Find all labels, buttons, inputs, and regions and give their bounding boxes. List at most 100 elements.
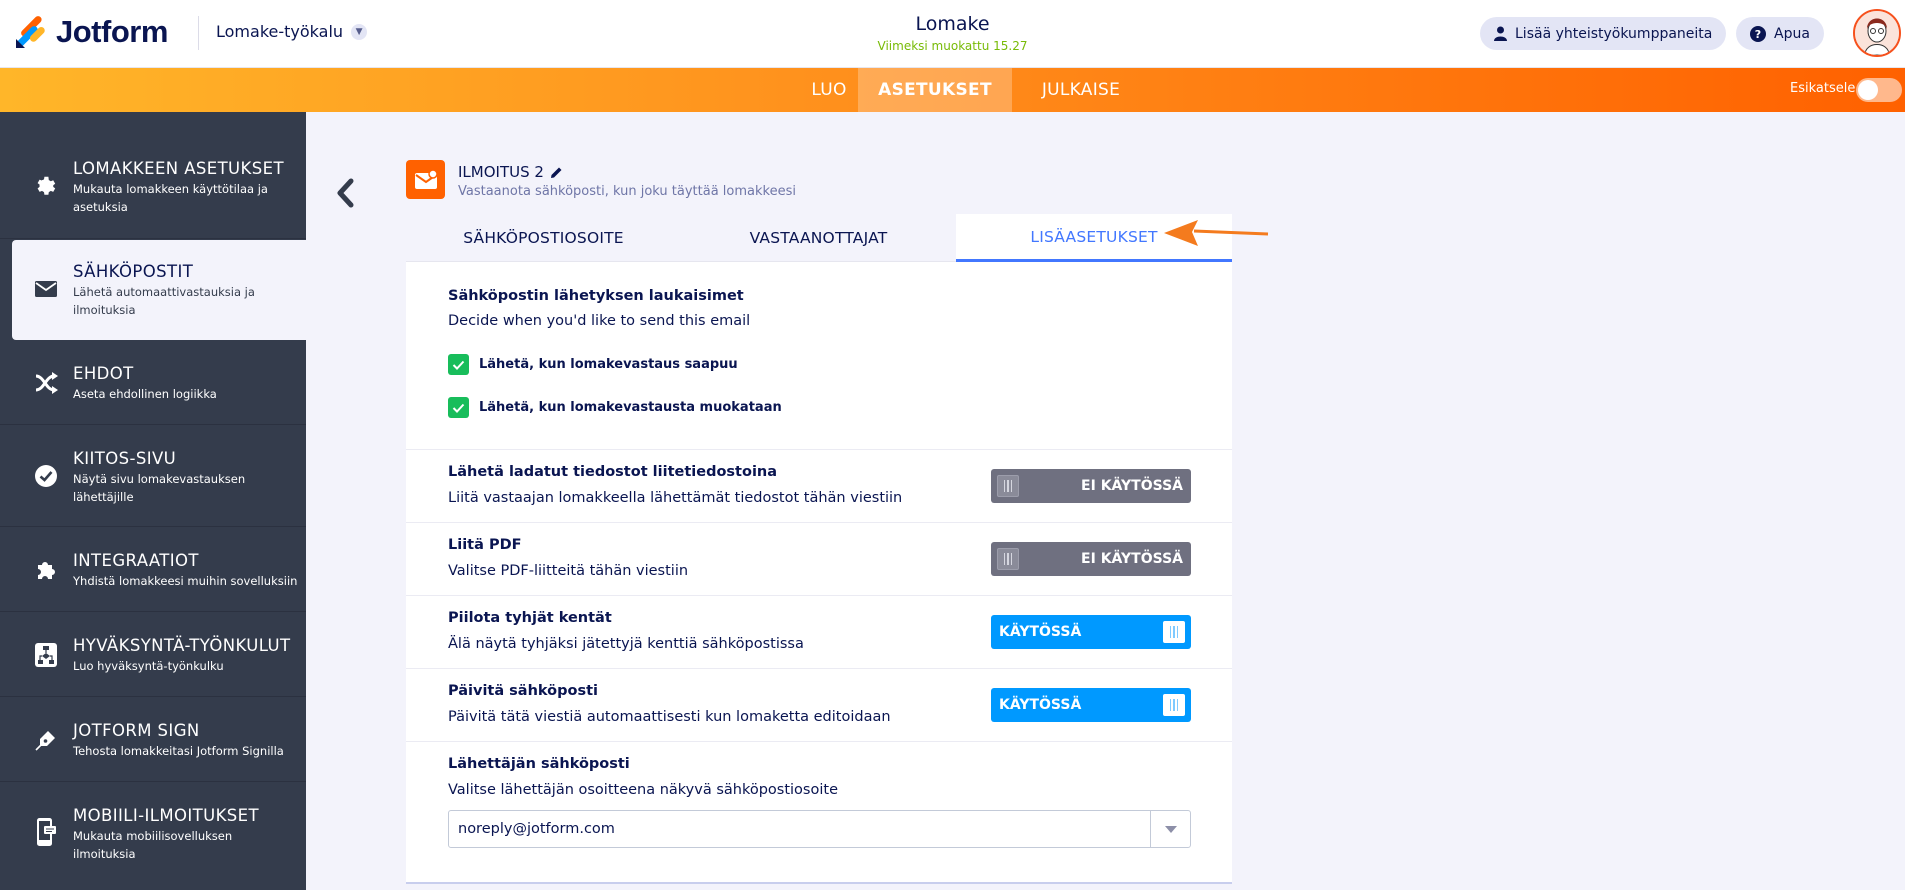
triggers-section: Sähköpostin lähetyksen laukaisimet Decid… — [406, 262, 1232, 450]
nav-tab-settings[interactable]: ASETUKSET — [858, 68, 1012, 112]
sidebar-item-desc: Mukauta mobiilisovelluksen ilmoituksia — [73, 829, 233, 861]
notification-envelope-icon — [406, 160, 445, 199]
sidebar-item-title: JOTFORM SIGN — [73, 721, 200, 740]
setting-row-attach-pdf: Liitä PDF Valitse PDF-liitteitä tähän vi… — [406, 523, 1232, 596]
sidebar-item-thank-you-page[interactable]: KIITOS-SIVU Näytä sivu lomakevastauksen … — [0, 425, 306, 527]
checkbox-checked-icon[interactable] — [448, 354, 469, 375]
attach-pdf-toggle[interactable]: EI KÄYTÖSSÄ — [991, 542, 1191, 576]
trigger-option-submit[interactable]: Lähetä, kun lomakevastaus saapuu — [448, 354, 738, 375]
notification-title: ILMOITUS 2 — [458, 163, 563, 181]
sender-email-select[interactable]: noreply@jotform.com — [448, 810, 1191, 848]
logo-text: Jotform — [56, 14, 168, 49]
sidebar-item-title: SÄHKÖPOSTIT — [73, 262, 194, 281]
notification-title-text: ILMOITUS 2 — [458, 163, 544, 181]
sidebar-item-desc: Luo hyväksyntä-työnkulku — [73, 659, 224, 673]
update-email-toggle[interactable]: KÄYTÖSSÄ — [991, 688, 1191, 722]
setting-title: Päivitä sähköposti — [448, 683, 599, 699]
trigger-option-label: Lähetä, kun lomakevastausta muokataan — [479, 400, 782, 415]
toggle-grip-icon — [997, 548, 1019, 570]
header-divider — [198, 16, 199, 50]
shuffle-icon — [33, 370, 59, 396]
help-label: Apua — [1774, 25, 1810, 42]
add-collaborators-button[interactable]: Lisää yhteistyökumppaneita — [1480, 17, 1727, 50]
toggle-grip-icon — [997, 475, 1019, 497]
sidebar-item-title: LOMAKKEEN ASETUKSET — [73, 159, 284, 178]
sidebar-item-title: INTEGRAATIOT — [73, 551, 199, 570]
toggle-state-label: KÄYTÖSSÄ — [999, 624, 1082, 640]
chevron-left-icon — [337, 178, 354, 208]
gear-icon — [33, 172, 59, 198]
add-collaborators-label: Lisää yhteistyökumppaneita — [1515, 25, 1713, 42]
setting-title: Lähetä ladatut tiedostot liitetiedostoin… — [448, 464, 778, 480]
sidebar-item-desc: Mukauta lomakkeen käyttötilaa ja asetuks… — [73, 182, 268, 214]
preview-toggle-knob — [1858, 80, 1878, 100]
sidebar-item-title: EHDOT — [73, 364, 134, 383]
jotform-logo-icon — [14, 15, 46, 49]
setting-desc: Älä näytä tyhjäksi jätettyjä kenttiä säh… — [448, 636, 804, 652]
question-circle-icon: ? — [1750, 25, 1766, 42]
chevron-down-icon[interactable] — [1150, 811, 1190, 847]
sidebar-item-jotform-sign[interactable]: JOTFORM SIGN Tehosta lomakkeitasi Jotfor… — [0, 697, 306, 782]
sidebar-item-form-settings[interactable]: LOMAKKEEN ASETUKSET Mukauta lomakkeen kä… — [0, 112, 306, 239]
sidebar-item-desc: Yhdistä lomakkeesi muihin sovelluksiin — [73, 574, 298, 588]
annotation-arrow-icon — [1164, 220, 1270, 254]
workflow-icon — [33, 642, 59, 668]
setting-row-hide-empty: Piilota tyhjät kentät Älä näytä tyhjäksi… — [406, 596, 1232, 669]
sidebar-item-mobile-notifications[interactable]: MOBIILI-ILMOITUKSET Mukauta mobiilisovel… — [0, 782, 306, 890]
toggle-state-label: EI KÄYTÖSSÄ — [1081, 551, 1183, 567]
sidebar-item-desc: Lähetä automaattivastauksia ja ilmoituks… — [73, 285, 255, 317]
builder-menu-label: Lomake-työkalu — [216, 22, 344, 41]
trigger-option-edit[interactable]: Lähetä, kun lomakevastausta muokataan — [448, 397, 782, 418]
check-circle-icon — [33, 463, 59, 489]
main-nav: LUO ASETUKSET JULKAISE Esikatsele — [0, 68, 1905, 112]
sender-email-title: Lähettäjän sähköposti — [448, 756, 630, 772]
sidebar-item-desc: Tehosta lomakkeitasi Jotform Signilla — [73, 744, 284, 758]
setting-title: Piilota tyhjät kentät — [448, 610, 612, 626]
sidebar-item-title: HYVÄKSYNTÄ-TYÖNKULUT — [73, 636, 291, 655]
toggle-state-label: EI KÄYTÖSSÄ — [1081, 478, 1183, 494]
toggle-grip-icon — [1163, 621, 1185, 643]
sidebar-item-integrations[interactable]: INTEGRAATIOT Yhdistä lomakkeesi muihin s… — [0, 527, 306, 612]
svg-text:?: ? — [1755, 28, 1761, 41]
puzzle-icon — [33, 557, 59, 583]
builder-menu[interactable]: Lomake-työkalu ▼ — [216, 22, 368, 41]
triggers-desc: Decide when you'd like to send this emai… — [448, 313, 751, 329]
nav-tab-publish[interactable]: JULKAISE — [1012, 68, 1150, 112]
jotform-logo[interactable]: Jotform — [14, 14, 168, 50]
sidebar-item-conditions[interactable]: EHDOT Aseta ehdollinen logiikka — [0, 340, 306, 425]
toggle-state-label: KÄYTÖSSÄ — [999, 697, 1082, 713]
send-uploads-toggle[interactable]: EI KÄYTÖSSÄ — [991, 469, 1191, 503]
sidebar-item-emails[interactable]: SÄHKÖPOSTIT Lähetä automaattivastauksia … — [12, 240, 306, 340]
setting-row-send-uploads: Lähetä ladatut tiedostot liitetiedostoin… — [406, 450, 1232, 523]
setting-row-update-email: Päivitä sähköposti Päivitä tätä viestiä … — [406, 669, 1232, 742]
email-tabs: SÄHKÖPOSTIOSOITE VASTAANOTTAJAT LISÄASET… — [406, 214, 1232, 262]
user-avatar[interactable] — [1853, 9, 1901, 57]
email-settings-card: SÄHKÖPOSTIOSOITE VASTAANOTTAJAT LISÄASET… — [406, 214, 1232, 884]
setting-desc: Päivitä tätä viestiä automaattisesti kun… — [448, 709, 891, 725]
top-header: Jotform Lomake-työkalu ▼ Lomake Viimeksi… — [0, 0, 1905, 68]
mobile-icon — [33, 818, 59, 846]
chevron-down-icon: ▼ — [351, 23, 368, 40]
envelope-icon — [33, 276, 59, 302]
sidebar-item-desc: Näytä sivu lomakevastauksen lähettäjille — [73, 472, 246, 504]
checkbox-checked-icon[interactable] — [448, 397, 469, 418]
last-edited-status: Viimeksi muokattu 15.27 — [877, 39, 1028, 53]
sidebar-item-title: KIITOS-SIVU — [73, 449, 177, 468]
tab-recipients[interactable]: VASTAANOTTAJAT — [681, 214, 956, 262]
preview-label: Esikatsele — [1790, 81, 1856, 96]
notification-subtitle: Vastaanota sähköposti, kun joku täyttää … — [458, 184, 796, 199]
user-icon — [1494, 26, 1507, 41]
setting-title: Liitä PDF — [448, 537, 522, 553]
tab-email-address[interactable]: SÄHKÖPOSTIOSOITE — [406, 214, 681, 262]
hide-empty-toggle[interactable]: KÄYTÖSSÄ — [991, 615, 1191, 649]
back-button[interactable] — [331, 175, 359, 211]
help-button[interactable]: ? Apua — [1736, 17, 1824, 50]
trigger-option-label: Lähetä, kun lomakevastaus saapuu — [479, 357, 738, 372]
pencil-icon[interactable] — [550, 166, 563, 179]
form-title[interactable]: Lomake — [915, 13, 989, 35]
setting-desc: Liitä vastaajan lomakkeella lähettämät t… — [448, 490, 903, 506]
preview-toggle[interactable] — [1856, 78, 1902, 102]
sidebar-item-approval-flows[interactable]: HYVÄKSYNTÄ-TYÖNKULUT Luo hyväksyntä-työn… — [0, 612, 306, 697]
triggers-title: Sähköpostin lähetyksen laukaisimet — [448, 288, 744, 304]
setting-desc: Valitse PDF-liitteitä tähän viestiin — [448, 563, 689, 579]
